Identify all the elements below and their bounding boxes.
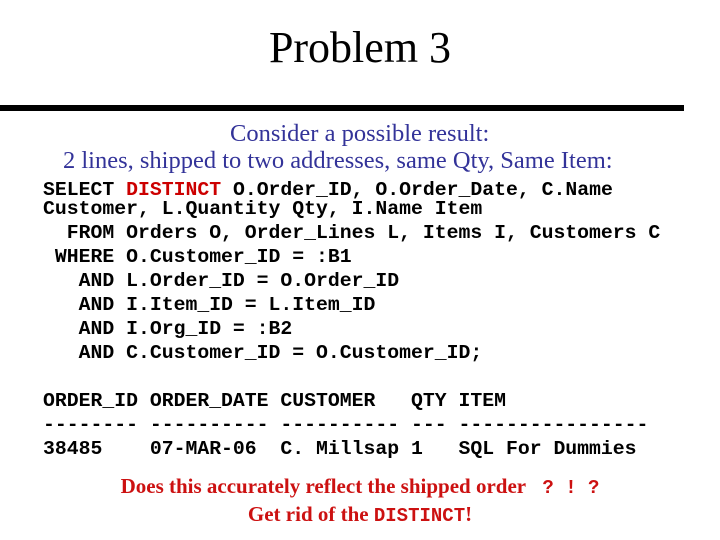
sql-and-line: AND L.Order_ID = O.Order_ID <box>43 270 400 292</box>
sql-and-line: AND I.Item_ID = L.Item_ID <box>43 294 376 316</box>
conclusion-question: Does this accurately reflect the shipped… <box>0 473 720 501</box>
conclusion-action-prefix: Get rid of the <box>247 502 374 526</box>
sql-and-line: AND I.Org_ID = :B2 <box>43 318 293 340</box>
table-row: 38485 07-MAR-06 C. Millsap 1 SQL For Dum… <box>43 438 637 460</box>
conclusion-action: Get rid of the DISTINCT! <box>0 501 720 529</box>
slide-title: Problem 3 <box>268 23 452 72</box>
result-separator-row: -------- ---------- ---------- --- -----… <box>43 414 649 436</box>
sql-from-line: FROM Orders O, Order_Lines L, Items I, C… <box>43 222 661 244</box>
title-divider <box>0 105 684 111</box>
conclusion-question-text: Does this accurately reflect the shipped… <box>120 474 531 498</box>
subtitle-line-1: Consider a possible result: <box>230 120 490 147</box>
sql-where-line: WHERE O.Customer_ID = :B1 <box>43 246 352 268</box>
sql-and-line: AND C.Customer_ID = O.Customer_ID; <box>43 342 483 364</box>
conclusion-action-code: DISTINCT <box>373 505 466 527</box>
sql-select-continuation: Customer, L.Quantity Qty, I.Name Item <box>43 198 483 220</box>
subtitle-line-2: 2 lines, shipped to two addresses, same … <box>63 147 613 174</box>
result-header-row: ORDER_ID ORDER_DATE CUSTOMER QTY ITEM <box>43 390 506 412</box>
conclusion-question-marks: ? ! ? <box>530 477 600 499</box>
conclusion-action-suffix: ! <box>465 502 473 526</box>
